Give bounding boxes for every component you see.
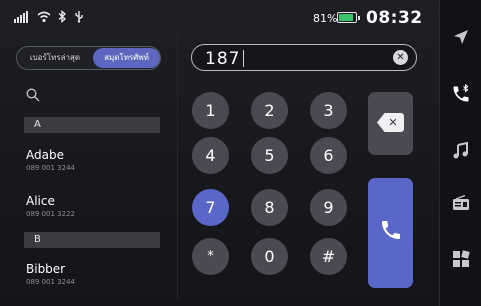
phone-dialer-screen: 81% 08:32 เบอร์โทรล่าสุด สมุดโทรศัพท์ A …	[0, 0, 481, 306]
contact-phone: 089 001 3244	[26, 278, 75, 286]
key-2[interactable]: 2	[251, 92, 288, 129]
key-6[interactable]: 6	[310, 137, 347, 174]
number-input[interactable]: 187 ✕	[191, 44, 417, 71]
contact-name: Adabe	[26, 148, 64, 162]
entered-number: 187	[205, 49, 241, 69]
key-5[interactable]: 5	[251, 137, 288, 174]
phone-bluetooth-icon[interactable]	[440, 83, 481, 108]
clock: 08:32	[366, 8, 423, 28]
battery-percent: 81%	[313, 12, 338, 25]
battery-level	[339, 14, 353, 21]
key-8[interactable]: 8	[251, 189, 288, 226]
key-star[interactable]: *	[192, 238, 229, 275]
contact-item[interactable]: Alice 089 001 3222	[26, 194, 160, 218]
navigation-icon[interactable]	[440, 28, 481, 50]
contact-phone: 089 001 3244	[26, 164, 75, 172]
usb-icon	[74, 10, 84, 26]
contacts-panel: เบอร์โทรล่าสุด สมุดโทรศัพท์ A Adabe 089 …	[14, 44, 164, 306]
backspace-button[interactable]: ✕	[368, 92, 413, 155]
section-header-a: A	[24, 117, 160, 133]
key-1[interactable]: 1	[192, 92, 229, 129]
radio-icon[interactable]	[440, 194, 481, 215]
contact-item[interactable]: Bibber 089 001 3244	[26, 262, 160, 286]
key-0[interactable]: 0	[251, 238, 288, 275]
contact-phone: 089 001 3222	[26, 210, 75, 218]
key-4[interactable]: 4	[192, 137, 229, 174]
apps-icon[interactable]	[440, 250, 481, 272]
phone-icon	[368, 218, 413, 248]
contact-item[interactable]: Adabe 089 001 3244	[26, 148, 160, 172]
signal-bars-icon	[14, 10, 30, 26]
call-button[interactable]	[368, 178, 413, 288]
clear-input-icon[interactable]: ✕	[393, 50, 408, 65]
contact-name: Alice	[26, 194, 55, 208]
tab-phonebook[interactable]: สมุดโทรศัพท์	[93, 48, 160, 68]
key-3[interactable]: 3	[310, 92, 347, 129]
contact-name: Bibber	[26, 262, 66, 276]
key-7[interactable]: 7	[192, 189, 229, 226]
text-caret	[243, 50, 244, 67]
wifi-icon	[37, 11, 51, 26]
battery-icon	[337, 12, 360, 23]
key-9[interactable]: 9	[310, 189, 347, 226]
tab-switcher: เบอร์โทรล่าสุด สมุดโทรศัพท์	[16, 46, 161, 70]
tab-recent-calls[interactable]: เบอร์โทรล่าสุด	[19, 47, 91, 69]
backspace-icon: ✕	[377, 113, 404, 132]
key-hash[interactable]: #	[310, 238, 347, 275]
panel-divider	[177, 30, 178, 300]
side-nav-rail	[439, 0, 481, 306]
status-bar: 81% 08:32	[0, 0, 440, 36]
status-icons	[14, 10, 84, 26]
search-icon[interactable]	[26, 87, 40, 102]
music-icon[interactable]	[440, 141, 481, 164]
section-header-b: B	[24, 232, 160, 248]
bluetooth-icon	[58, 10, 67, 26]
